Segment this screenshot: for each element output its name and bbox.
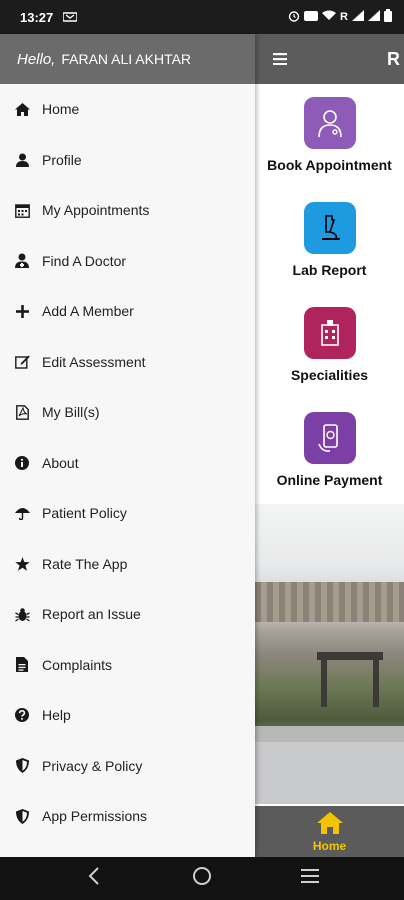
menu-label: Home [42, 101, 80, 118]
menu-item-report-an-issue[interactable]: Report an Issue [0, 589, 255, 640]
question-icon [13, 706, 31, 724]
menu-item-find-a-doctor[interactable]: Find A Doctor [0, 236, 255, 287]
menu-item-complaints[interactable]: Complaints [0, 640, 255, 691]
menu-label: My Appointments [42, 202, 150, 219]
menu-label: App Permissions [42, 808, 148, 825]
home-tab-label[interactable]: Home [313, 839, 346, 853]
phone-payment-icon [303, 412, 356, 464]
lab-report-tile[interactable]: Lab Report [255, 202, 404, 278]
status-time: 13:27 [20, 9, 54, 25]
wifi-icon [322, 10, 337, 24]
menu-item-my-bills[interactable]: My Bill(s) [0, 387, 255, 438]
bottom-navigation: Home [255, 806, 404, 857]
navigation-drawer: Hello, FARAN ALI AKHTAR Home Profile My … [0, 34, 255, 857]
recents-icon[interactable] [290, 867, 330, 890]
calendar-icon [13, 201, 31, 219]
user-icon [13, 151, 31, 169]
menu-label: Privacy & Policy [42, 757, 143, 774]
app-title: R [387, 48, 400, 69]
home-circle-icon[interactable] [182, 866, 222, 892]
alarm-icon [288, 10, 300, 25]
top-app-bar: R [255, 34, 404, 84]
signal-icon-2 [368, 10, 380, 24]
menu-label: Complaints [42, 656, 113, 673]
menu-label: My Bill(s) [42, 404, 100, 421]
online-payment-tile[interactable]: Online Payment [255, 412, 404, 488]
road [255, 726, 404, 742]
back-icon[interactable] [74, 866, 114, 891]
menu-item-patient-policy[interactable]: Patient Policy [0, 488, 255, 539]
status-bar: 13:27 R [0, 0, 404, 34]
pdf-icon [13, 403, 31, 421]
drawer-menu: Home Profile My Appointments Find A Doct… [0, 84, 255, 842]
home-icon [13, 100, 31, 118]
entrance-gate [317, 652, 383, 707]
building-facade [255, 582, 404, 622]
doctor-appointment-icon [303, 97, 356, 149]
menu-item-help[interactable]: Help [0, 690, 255, 741]
ground [255, 742, 404, 804]
edit-icon [13, 353, 31, 371]
menu-label: Help [42, 707, 71, 724]
drawer-header: Hello, FARAN ALI AKHTAR [0, 34, 255, 84]
menu-label: About [42, 454, 79, 471]
info-icon [13, 454, 31, 472]
shield-icon [13, 757, 31, 775]
menu-item-my-appointments[interactable]: My Appointments [0, 185, 255, 236]
notification-icon [62, 10, 78, 25]
microscope-icon [303, 202, 356, 254]
book-appointment-tile[interactable]: Book Appointment [255, 97, 404, 173]
shield-icon [13, 807, 31, 825]
menu-item-about[interactable]: About [0, 438, 255, 489]
volte-icon [304, 10, 319, 24]
menu-item-rate-the-app[interactable]: Rate The App [0, 539, 255, 590]
battery-icon [384, 9, 392, 25]
umbrella-icon [13, 504, 31, 522]
menu-item-profile[interactable]: Profile [0, 135, 255, 186]
tile-label: Lab Report [292, 262, 367, 278]
doctor-icon [13, 252, 31, 270]
menu-label: Find A Doctor [42, 252, 127, 269]
specialities-tile[interactable]: Specialities [255, 307, 404, 383]
user-name: FARAN ALI AKHTAR [61, 51, 192, 67]
document-icon [13, 656, 31, 674]
menu-label: Report an Issue [42, 606, 141, 623]
menu-icon[interactable] [273, 50, 287, 68]
signal-icon [352, 10, 364, 24]
plus-icon [13, 302, 31, 320]
tile-label: Online Payment [276, 472, 383, 488]
menu-label: Edit Assessment [42, 353, 146, 370]
system-navigation-bar [0, 857, 404, 900]
menu-item-add-a-member[interactable]: Add A Member [0, 286, 255, 337]
menu-item-edit-assessment[interactable]: Edit Assessment [0, 337, 255, 388]
hospital-icon [303, 307, 356, 359]
menu-label: Rate The App [42, 555, 128, 572]
main-content: R Book Appointment Lab Report Specialiti… [255, 34, 404, 857]
network-label: R [340, 11, 348, 23]
menu-label: Patient Policy [42, 505, 127, 522]
star-icon [13, 555, 31, 573]
menu-label: Profile [42, 151, 82, 168]
bug-icon [13, 605, 31, 623]
tile-label: Book Appointment [267, 157, 392, 173]
menu-item-app-permissions[interactable]: App Permissions [0, 791, 255, 842]
hospital-photo [255, 504, 404, 804]
tile-label: Specialities [290, 367, 369, 383]
menu-item-privacy-policy[interactable]: Privacy & Policy [0, 741, 255, 792]
menu-item-home[interactable]: Home [0, 84, 255, 135]
home-tab-icon[interactable] [316, 811, 344, 839]
greeting: Hello, [17, 50, 56, 68]
menu-label: Add A Member [42, 303, 134, 320]
